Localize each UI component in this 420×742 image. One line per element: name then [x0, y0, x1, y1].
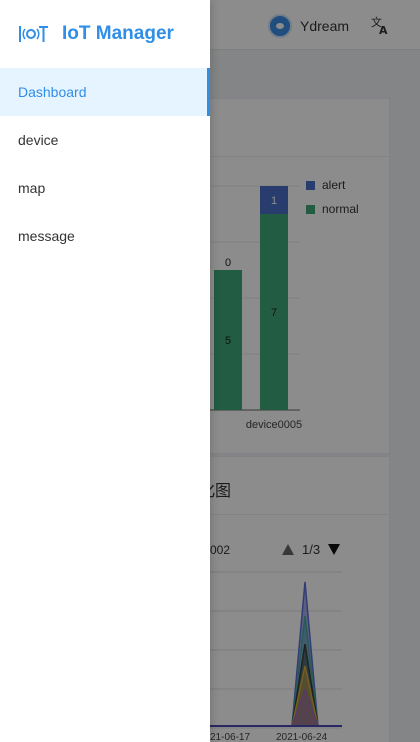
menu-item-device[interactable]: device: [0, 116, 210, 164]
iot-logo-icon: [19, 26, 48, 42]
brand: IoT Manager: [0, 0, 210, 68]
menu-item-map[interactable]: map: [0, 164, 210, 212]
menu-item-label: Dashboard: [18, 84, 87, 100]
menu-item-message[interactable]: message: [0, 212, 210, 260]
nav-drawer: IoT Manager Dashboard device map message: [0, 0, 210, 742]
brand-title: IoT Manager: [62, 23, 174, 44]
menu-item-dashboard[interactable]: Dashboard: [0, 68, 210, 116]
menu-item-label: device: [18, 132, 59, 148]
menu-item-label: map: [18, 180, 46, 196]
menu-item-label: message: [18, 228, 75, 244]
